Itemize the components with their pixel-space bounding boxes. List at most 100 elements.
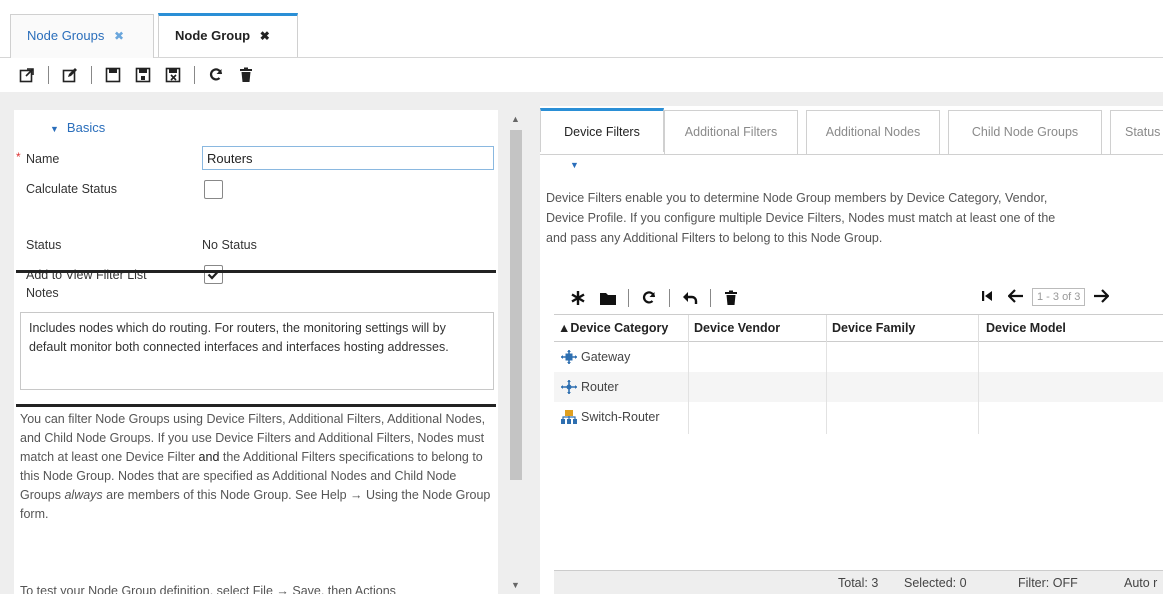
selected-count: Selected: 0 bbox=[904, 576, 967, 590]
toolbar-separator bbox=[628, 289, 629, 307]
filters-panel: Device Filters Additional Filters Additi… bbox=[540, 106, 1163, 594]
description-line: and pass any Additional Filters to belon… bbox=[546, 231, 883, 245]
section-divider bbox=[16, 404, 496, 407]
help-text-and: and bbox=[198, 450, 220, 464]
required-marker: * bbox=[16, 150, 21, 164]
column-header-device-family[interactable]: Device Family bbox=[832, 321, 972, 335]
left-panel-scrollbar[interactable]: ▲ ▼ bbox=[508, 110, 524, 594]
checkmark-icon bbox=[207, 270, 220, 280]
column-separator bbox=[978, 315, 979, 343]
scrollbar-thumb[interactable] bbox=[510, 130, 522, 480]
toolbar-separator bbox=[194, 66, 195, 84]
calculate-status-checkbox[interactable] bbox=[204, 180, 223, 199]
toolbar-separator bbox=[48, 66, 49, 84]
help-text-always: always bbox=[64, 488, 103, 502]
column-header-device-category[interactable]: ▲Device Category bbox=[558, 321, 684, 335]
new-icon[interactable] bbox=[568, 288, 588, 308]
device-filters-grid: ▲Device Category Device Vendor Device Fa… bbox=[554, 314, 1163, 594]
column-separator bbox=[688, 342, 689, 434]
tab-underline bbox=[540, 154, 1163, 155]
total-count: Total: 3 bbox=[838, 576, 879, 590]
switch-router-icon bbox=[561, 410, 577, 424]
delete-icon[interactable] bbox=[721, 288, 741, 308]
first-page-icon[interactable] bbox=[980, 289, 994, 306]
save-as-icon[interactable] bbox=[132, 64, 154, 86]
device-category-text: Switch-Router bbox=[581, 410, 660, 424]
router-icon bbox=[561, 380, 577, 394]
description-line: Device Profile. If you configure multipl… bbox=[546, 211, 1056, 225]
help-text: You can filter Node Groups using Device … bbox=[20, 410, 496, 524]
device-category-cell: Gateway bbox=[560, 349, 630, 365]
toolbar-separator bbox=[710, 289, 711, 307]
tab-additional-nodes[interactable]: Additional Nodes bbox=[806, 110, 940, 154]
column-separator bbox=[688, 315, 689, 343]
save-icon[interactable] bbox=[102, 64, 124, 86]
table-row[interactable]: Gateway bbox=[554, 342, 1163, 372]
device-category-cell: Router bbox=[560, 379, 619, 395]
tab-node-group[interactable]: Node Group ✖ bbox=[158, 13, 298, 57]
open-external-icon[interactable] bbox=[16, 64, 38, 86]
column-separator bbox=[978, 342, 979, 434]
section-divider bbox=[16, 270, 496, 273]
grid-toolbar bbox=[568, 286, 751, 310]
column-separator bbox=[826, 315, 827, 343]
grid-footer: Total: 3 Selected: 0 Filter: OFF Auto r bbox=[554, 570, 1163, 594]
collapse-triangle-icon: ▼ bbox=[50, 124, 59, 134]
column-separator bbox=[826, 342, 827, 434]
document-tab-bar: Node Groups ✖ Node Group ✖ bbox=[0, 0, 1163, 58]
basics-panel: ▼ Basics * Name Calculate Status Status N… bbox=[14, 110, 498, 594]
tab-device-filters[interactable]: Device Filters bbox=[540, 108, 664, 152]
device-category-text: Gateway bbox=[581, 350, 631, 364]
tab-label: Node Groups bbox=[27, 28, 105, 43]
column-header-device-vendor[interactable]: Device Vendor bbox=[694, 321, 824, 335]
add-to-view-filter-checkbox[interactable] bbox=[204, 265, 223, 284]
name-input[interactable] bbox=[202, 146, 494, 170]
toolbar-separator bbox=[669, 289, 670, 307]
notes-label: Notes bbox=[26, 286, 59, 300]
undo-icon[interactable] bbox=[680, 288, 700, 308]
form-toolbar bbox=[16, 62, 265, 88]
previous-page-icon[interactable] bbox=[1007, 288, 1024, 306]
tab-node-groups[interactable]: Node Groups ✖ bbox=[10, 14, 154, 58]
scroll-down-icon[interactable]: ▼ bbox=[511, 580, 520, 590]
device-category-cell: Switch-Router bbox=[560, 409, 660, 425]
refresh-icon[interactable] bbox=[639, 288, 659, 308]
basics-header-label: Basics bbox=[66, 120, 106, 135]
notes-textarea[interactable]: Includes nodes which do routing. For rou… bbox=[20, 312, 494, 390]
close-icon[interactable]: ✖ bbox=[260, 29, 270, 43]
grid-header: ▲Device Category Device Vendor Device Fa… bbox=[554, 314, 1163, 343]
save-close-icon[interactable] bbox=[162, 64, 184, 86]
device-category-text: Router bbox=[581, 380, 619, 394]
edit-icon[interactable] bbox=[59, 64, 81, 86]
pager: 1 - 3 of 3 bbox=[980, 288, 1110, 306]
name-label: Name bbox=[26, 152, 60, 166]
filter-status: Filter: OFF bbox=[1018, 576, 1078, 590]
close-icon[interactable]: ✖ bbox=[114, 29, 124, 43]
status-label: Status bbox=[26, 238, 62, 252]
column-header-device-model[interactable]: Device Model bbox=[986, 321, 1146, 335]
description-line: Device Filters enable you to determine N… bbox=[546, 191, 1048, 205]
page-range: 1 - 3 of 3 bbox=[1032, 288, 1086, 306]
next-page-icon[interactable] bbox=[1093, 288, 1110, 306]
expand-triangle-icon[interactable]: ▼ bbox=[570, 160, 579, 170]
add-to-view-filter-row: Add to View Filter List bbox=[14, 264, 498, 286]
status-value: No Status bbox=[202, 238, 257, 252]
device-filters-description: Device Filters enable you to determine N… bbox=[546, 188, 1163, 248]
delete-icon[interactable] bbox=[235, 64, 257, 86]
help-text-test: To test your Node Group definition, sele… bbox=[20, 584, 396, 594]
tab-label: Node Group bbox=[175, 28, 251, 43]
tab-additional-filters[interactable]: Additional Filters bbox=[664, 110, 798, 154]
refresh-icon[interactable] bbox=[205, 64, 227, 86]
folder-icon[interactable] bbox=[598, 288, 618, 308]
table-row[interactable]: Switch-Router bbox=[554, 402, 1163, 432]
toolbar-separator bbox=[91, 66, 92, 84]
table-row[interactable]: Router bbox=[554, 372, 1163, 402]
calculate-status-label: Calculate Status bbox=[26, 182, 118, 196]
calculate-status-row: Calculate Status bbox=[14, 178, 498, 200]
tab-status[interactable]: Status bbox=[1110, 110, 1163, 154]
scroll-up-icon[interactable]: ▲ bbox=[511, 114, 520, 124]
gateway-icon bbox=[561, 350, 577, 364]
tab-child-node-groups[interactable]: Child Node Groups bbox=[948, 110, 1102, 154]
auto-refresh-status: Auto r bbox=[1124, 576, 1158, 590]
basics-section-header[interactable]: ▼ Basics bbox=[50, 120, 105, 135]
